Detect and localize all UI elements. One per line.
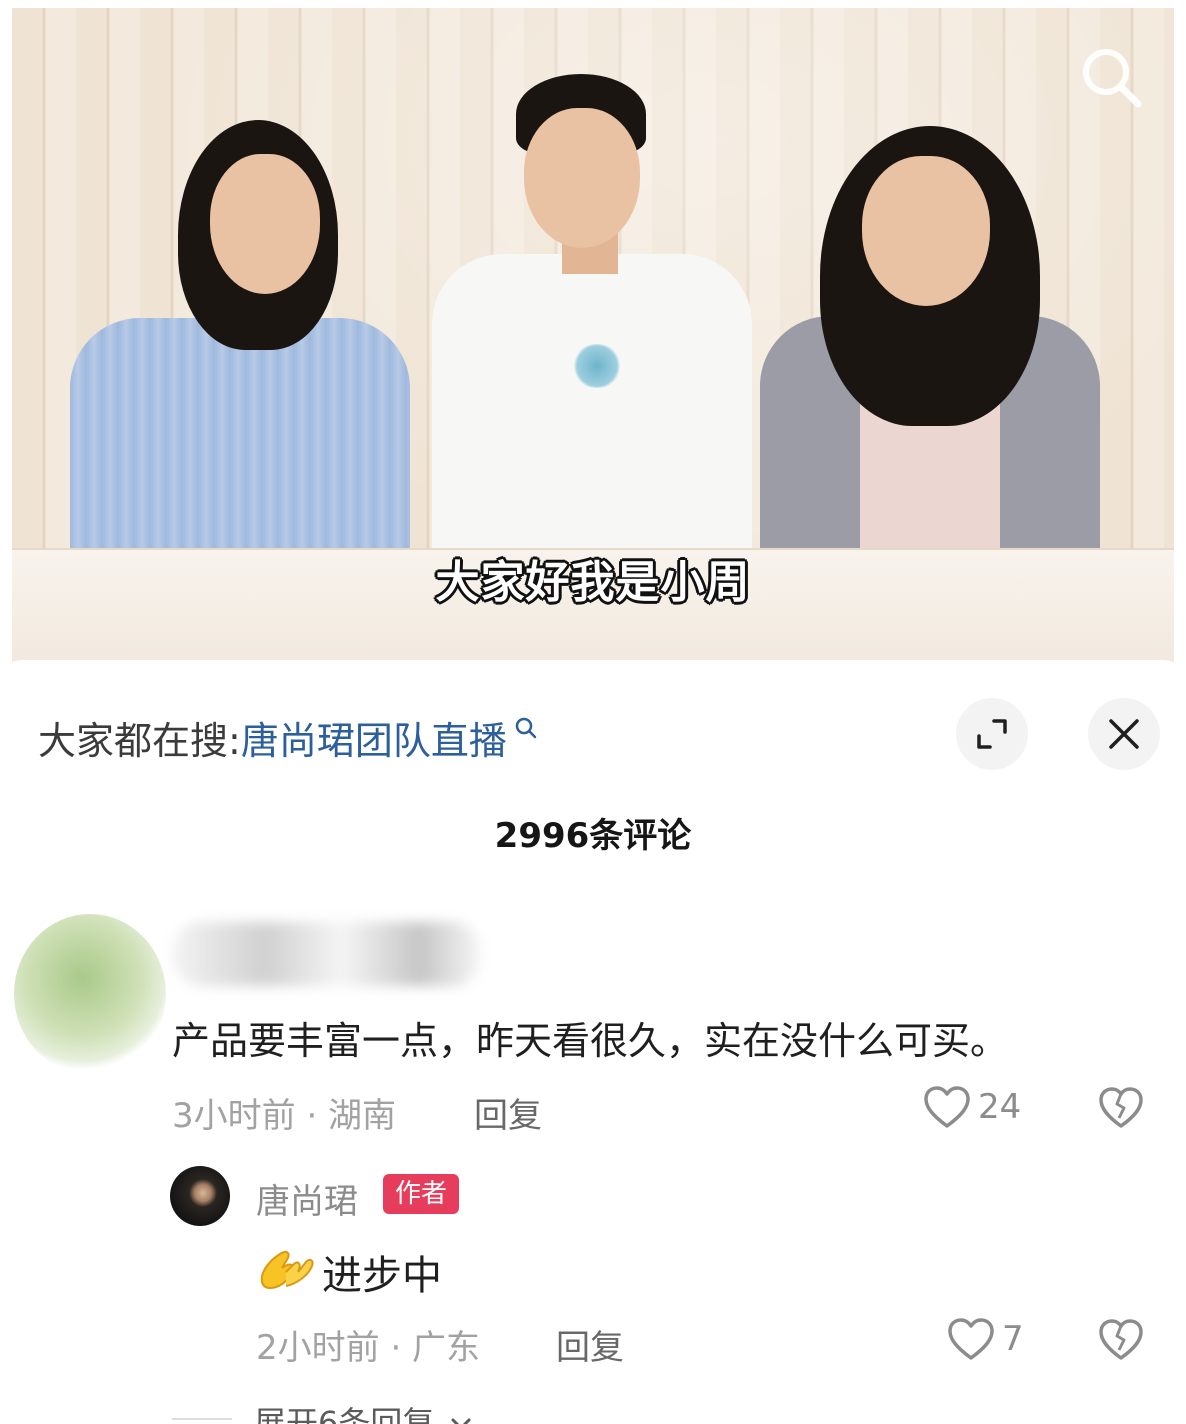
- reply-text-row: 进步中: [256, 1242, 442, 1302]
- reply-dislike-button[interactable]: [1098, 1318, 1144, 1366]
- broken-heart-icon: [1099, 1319, 1143, 1360]
- video-subtitle: 大家好我是小周: [435, 557, 751, 608]
- search-small-icon: [513, 706, 539, 750]
- heart-icon: [924, 1086, 970, 1128]
- chevron-down-icon: [451, 1418, 471, 1424]
- hot-search-term[interactable]: 唐尚珺团队直播: [241, 710, 507, 765]
- person-left: [60, 118, 420, 588]
- heart-icon: [948, 1318, 994, 1360]
- author-badge: 作者: [383, 1174, 460, 1214]
- person-right: [750, 126, 1130, 566]
- expand-button[interactable]: [956, 698, 1028, 770]
- expand-divider: [172, 1418, 232, 1420]
- close-button[interactable]: [1088, 698, 1160, 770]
- person-middle: [412, 74, 772, 564]
- hot-search-bar[interactable]: 大家都在搜: 唐尚珺团队直播: [38, 710, 539, 765]
- comment-meta: 3小时前 · 湖南: [172, 1096, 397, 1136]
- close-icon: [1109, 719, 1139, 749]
- reply-reply-button[interactable]: 回复: [556, 1320, 624, 1369]
- reply-like-button[interactable]: 7: [946, 1316, 1024, 1362]
- expand-replies-button[interactable]: 展开6条回复: [254, 1398, 473, 1424]
- like-count: 24: [978, 1087, 1022, 1127]
- dislike-button[interactable]: [1098, 1086, 1144, 1134]
- reply-text: 进步中: [322, 1253, 442, 1299]
- like-button[interactable]: 24: [922, 1084, 1021, 1130]
- hot-search-prefix: 大家都在搜:: [38, 719, 241, 763]
- reply-author-name[interactable]: 唐尚珺: [256, 1174, 358, 1223]
- reply-button[interactable]: 回复: [474, 1088, 542, 1137]
- broken-heart-icon: [1099, 1087, 1143, 1128]
- search-icon: [1083, 49, 1142, 108]
- expand-icon: [977, 719, 1007, 749]
- comment-text: 产品要丰富一点，昨天看很久，实在没什么可买。: [172, 1019, 1009, 1063]
- search-button[interactable]: [1078, 44, 1148, 114]
- author-avatar[interactable]: [170, 1166, 230, 1226]
- avatar[interactable]: [14, 914, 166, 1074]
- comment-panel: 大家都在搜: 唐尚珺团队直播 2996条评论 产品要丰富一点，昨天看很久，实在没…: [0, 660, 1186, 1424]
- video-player[interactable]: 大家好我是小周: [12, 8, 1174, 668]
- reply-like-count: 7: [1002, 1319, 1024, 1359]
- comment-count-title: 2996条评论: [494, 816, 692, 856]
- tshirt-logo: [572, 344, 622, 388]
- username-blurred[interactable]: [172, 922, 482, 986]
- expand-replies-label: 展开6条回复: [254, 1404, 435, 1424]
- reply-meta: 2小时前 · 广东: [256, 1328, 481, 1368]
- clapping-hands-icon: [256, 1242, 316, 1302]
